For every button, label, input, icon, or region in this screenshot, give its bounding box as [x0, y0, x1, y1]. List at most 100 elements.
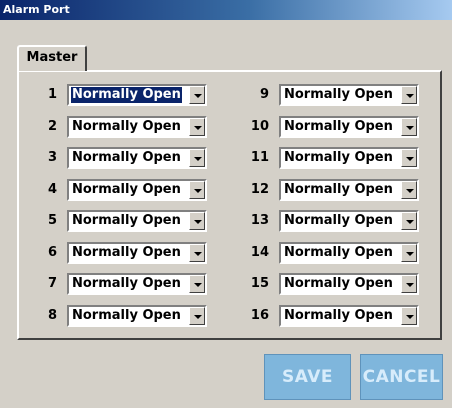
port-mode-select[interactable]: Normally Open — [67, 273, 207, 295]
dropdown-button[interactable] — [401, 86, 417, 104]
chevron-down-icon — [406, 94, 414, 98]
port-number: 10 — [250, 119, 269, 134]
chevron-down-icon — [406, 315, 414, 319]
dropdown-button[interactable] — [189, 212, 205, 230]
chevron-down-icon — [194, 94, 202, 98]
port-mode-select[interactable]: Normally Open — [67, 147, 207, 169]
port-number: 4 — [47, 182, 57, 197]
dropdown-button[interactable] — [189, 275, 205, 293]
port-mode-value: Normally Open — [284, 213, 393, 228]
port-mode-value: Normally Open — [284, 276, 393, 291]
chevron-down-icon — [406, 220, 414, 224]
chevron-down-icon — [194, 189, 202, 193]
port-number: 2 — [47, 119, 57, 134]
port-mode-select[interactable]: Normally Open — [279, 210, 419, 232]
chevron-down-icon — [406, 157, 414, 161]
dropdown-button[interactable] — [401, 118, 417, 136]
port-mode-value: Normally Open — [284, 87, 393, 102]
alarm-port-panel — [17, 70, 442, 340]
dropdown-button[interactable] — [401, 307, 417, 325]
port-number: 11 — [250, 150, 269, 165]
save-button[interactable]: SAVE — [264, 354, 351, 400]
alarm-port-row: 13 Normally Open — [239, 210, 419, 232]
port-mode-select[interactable]: Normally Open — [279, 84, 419, 106]
window-title-bar: Alarm Port — [0, 0, 452, 20]
chevron-down-icon — [194, 252, 202, 256]
dropdown-button[interactable] — [189, 118, 205, 136]
port-number: 3 — [47, 150, 57, 165]
port-mode-value: Normally Open — [72, 182, 181, 197]
alarm-port-row: 8 Normally Open — [27, 305, 207, 327]
port-number: 1 — [47, 87, 57, 102]
port-number: 13 — [250, 213, 269, 228]
dropdown-button[interactable] — [189, 244, 205, 262]
alarm-port-row: 6 Normally Open — [27, 242, 207, 264]
dropdown-button[interactable] — [189, 86, 205, 104]
port-mode-select[interactable]: Normally Open — [279, 147, 419, 169]
tab-master[interactable]: Master — [17, 45, 87, 71]
alarm-port-row: 1 Normally Open — [27, 84, 207, 106]
chevron-down-icon — [406, 189, 414, 193]
port-mode-select[interactable]: Normally Open — [67, 179, 207, 201]
alarm-port-row: 3 Normally Open — [27, 147, 207, 169]
port-mode-select[interactable]: Normally Open — [279, 273, 419, 295]
port-mode-select[interactable]: Normally Open — [67, 210, 207, 232]
port-number: 5 — [47, 213, 57, 228]
port-mode-select[interactable]: Normally Open — [67, 305, 207, 327]
alarm-port-row: 4 Normally Open — [27, 179, 207, 201]
port-mode-value: Normally Open — [72, 308, 181, 323]
port-mode-select[interactable]: Normally Open — [279, 242, 419, 264]
port-mode-value: Normally Open — [284, 182, 393, 197]
alarm-port-row: 14 Normally Open — [239, 242, 419, 264]
chevron-down-icon — [406, 283, 414, 287]
port-mode-value: Normally Open — [72, 150, 181, 165]
alarm-port-row: 12 Normally Open — [239, 179, 419, 201]
dropdown-button[interactable] — [401, 149, 417, 167]
port-mode-value: Normally Open — [72, 213, 181, 228]
alarm-port-row: 11 Normally Open — [239, 147, 419, 169]
chevron-down-icon — [194, 315, 202, 319]
dropdown-button[interactable] — [401, 275, 417, 293]
port-mode-value: Normally Open — [72, 245, 181, 260]
tab-master-label: Master — [26, 50, 78, 65]
port-mode-value: Normally Open — [284, 150, 393, 165]
port-mode-select[interactable]: Normally Open — [67, 242, 207, 264]
port-mode-value: Normally Open — [284, 119, 393, 134]
alarm-port-row: 7 Normally Open — [27, 273, 207, 295]
alarm-port-row: 9 Normally Open — [239, 84, 419, 106]
chevron-down-icon — [194, 220, 202, 224]
port-number: 16 — [250, 308, 269, 323]
port-number: 7 — [47, 276, 57, 291]
dropdown-button[interactable] — [189, 181, 205, 199]
dropdown-button[interactable] — [401, 181, 417, 199]
alarm-port-row: 5 Normally Open — [27, 210, 207, 232]
dropdown-button[interactable] — [189, 149, 205, 167]
chevron-down-icon — [194, 283, 202, 287]
port-mode-select[interactable]: Normally Open — [67, 116, 207, 138]
port-mode-select[interactable]: Normally Open — [279, 179, 419, 201]
port-mode-select[interactable]: Normally Open — [67, 84, 207, 106]
cancel-button-label: CANCEL — [362, 367, 441, 387]
chevron-down-icon — [194, 157, 202, 161]
port-number: 12 — [250, 182, 269, 197]
alarm-port-row: 10 Normally Open — [239, 116, 419, 138]
dropdown-button[interactable] — [401, 244, 417, 262]
port-mode-value: Normally Open — [284, 308, 393, 323]
alarm-port-row: 2 Normally Open — [27, 116, 207, 138]
chevron-down-icon — [406, 126, 414, 130]
alarm-port-row: 16 Normally Open — [239, 305, 419, 327]
port-number: 15 — [250, 276, 269, 291]
port-mode-select[interactable]: Normally Open — [279, 305, 419, 327]
port-mode-select[interactable]: Normally Open — [279, 116, 419, 138]
cancel-button[interactable]: CANCEL — [360, 354, 443, 400]
port-mode-value: Normally Open — [72, 276, 181, 291]
port-number: 8 — [47, 308, 57, 323]
dropdown-button[interactable] — [401, 212, 417, 230]
port-mode-value: Normally Open — [284, 245, 393, 260]
dropdown-button[interactable] — [189, 307, 205, 325]
alarm-port-row: 15 Normally Open — [239, 273, 419, 295]
save-button-label: SAVE — [281, 367, 334, 387]
port-mode-value: Normally Open — [72, 119, 181, 134]
window-title: Alarm Port — [3, 3, 70, 16]
chevron-down-icon — [194, 126, 202, 130]
